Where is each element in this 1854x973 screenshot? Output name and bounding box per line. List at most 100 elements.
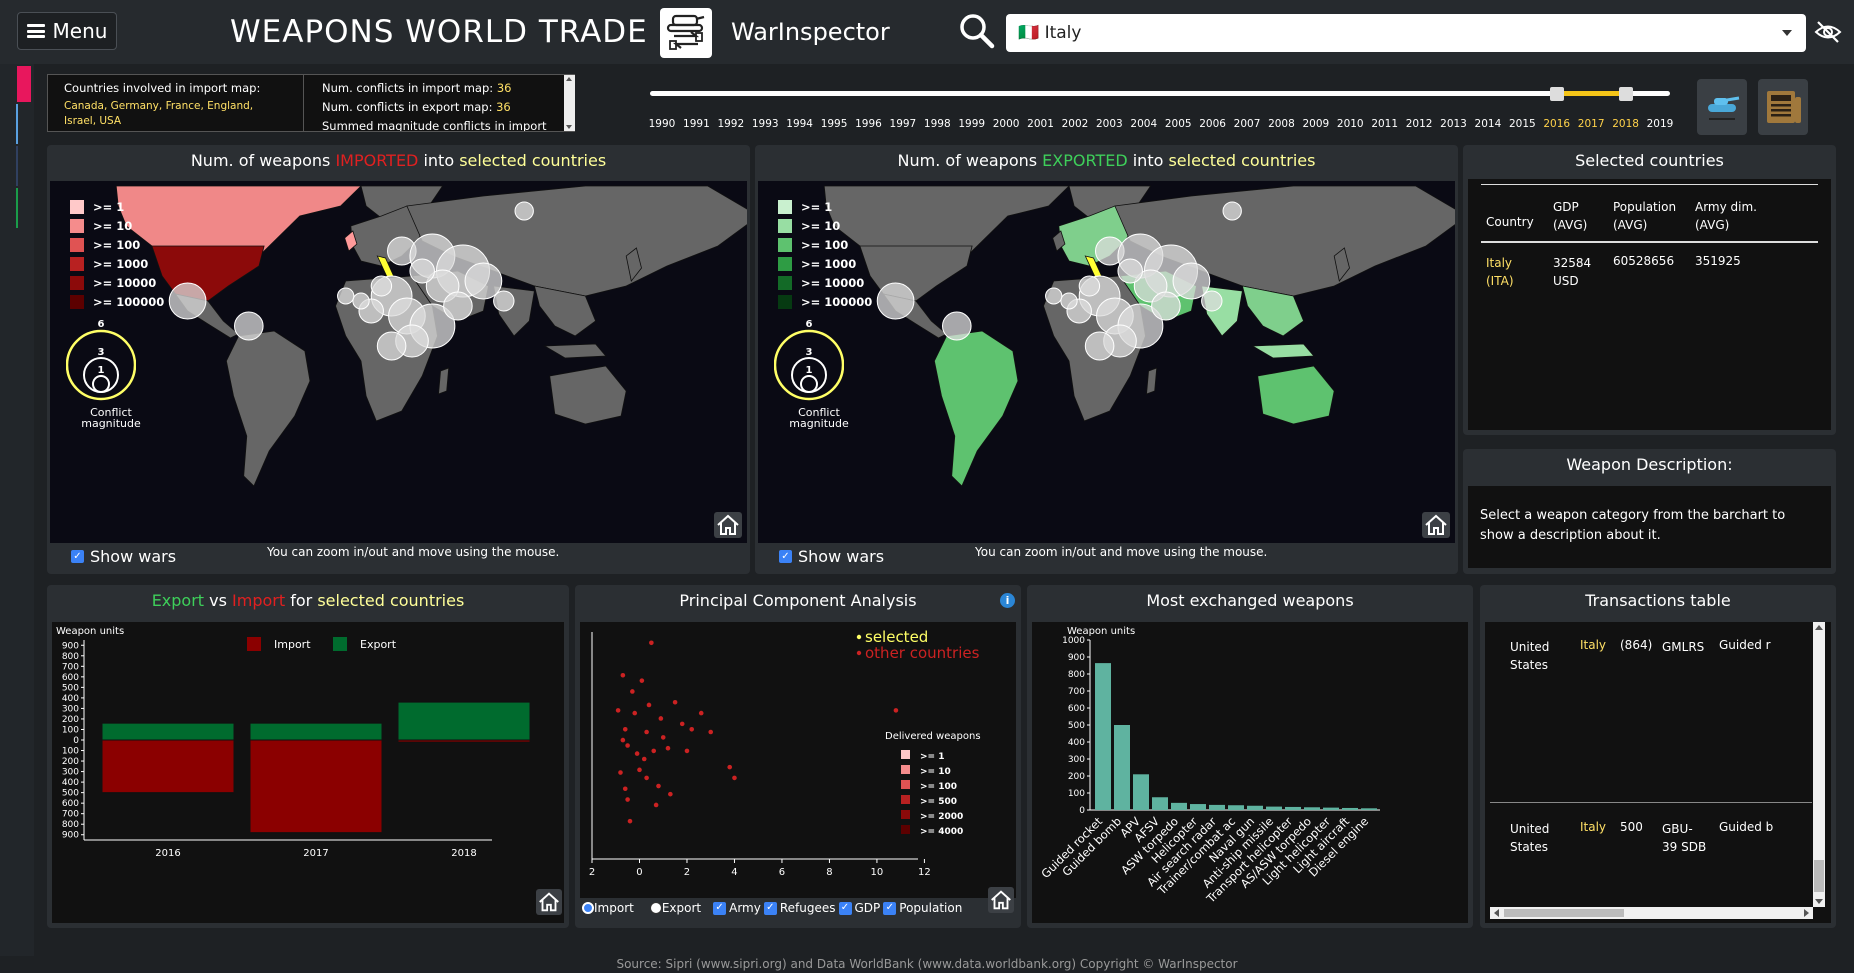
slider-handle-end[interactable] [1619, 87, 1633, 101]
legend-item: >= 100 [70, 235, 164, 254]
legend-export-label: Export [360, 638, 397, 651]
selected-countries-title: Selected countries [1575, 151, 1724, 170]
bar-import [101, 739, 235, 794]
legend-item: >= 1000 [778, 254, 872, 273]
sidebar-marker [16, 188, 18, 228]
news-button[interactable] [1758, 79, 1808, 135]
conflict-bubble [1084, 331, 1115, 361]
country-select[interactable]: 🇮🇹 Italy [1006, 14, 1806, 52]
most-exchanged-bar-chart[interactable]: Weapon units0100200300400500600700800900… [1032, 622, 1468, 923]
pca-scatter-chart[interactable]: 2 0 2 4 6 8 10 12selectedother countriesDeliver… [580, 622, 1016, 898]
checkbox-checked-icon[interactable]: ✓ [779, 550, 792, 563]
conflict-size-label: 1 [806, 365, 813, 376]
legend-swatch [778, 218, 792, 233]
menu-button[interactable]: Menu [17, 12, 117, 50]
map-home-button[interactable] [714, 512, 742, 538]
year-range-slider[interactable]: 1990 1991 1992 1993 1994 1995 1996 1997 1998 1999… [649, 80, 1673, 130]
title-import: Import [232, 591, 286, 610]
weapon-bar [1171, 802, 1187, 810]
show-wars-toggle[interactable]: ✓ Show wars [71, 547, 176, 566]
scatter-point [622, 726, 628, 732]
y-tick-label: 200 [62, 757, 79, 767]
chevron-down-icon [1782, 30, 1792, 36]
info-scrollbar[interactable] [564, 75, 575, 131]
weapon-bar [1133, 774, 1149, 810]
legend-label: >= 10 [801, 218, 841, 233]
legend-item: >= 1 [70, 197, 164, 216]
pca-chart-area: 2 0 2 4 6 8 10 12 selected other countries Deliver… [580, 622, 1016, 898]
checkbox-population-label: Population [899, 901, 963, 915]
transactions-panel: Transactions table United States Italy (… [1480, 585, 1836, 928]
country-madagascar [1146, 367, 1158, 395]
y-tick-label: 900 [1068, 653, 1085, 663]
vertical-scrollbar[interactable] [1813, 622, 1825, 907]
y-tick-label: 500 [62, 789, 79, 799]
scatter-point [634, 751, 640, 756]
y-tick-label: 100 [1068, 789, 1085, 799]
y-tick-label: 500 [62, 683, 79, 693]
zoom-note: You can zoom in/out and move using the m… [267, 545, 560, 559]
conflict-bubble [168, 282, 207, 320]
conflict-bubble [514, 201, 534, 221]
col-header-population: Population (AVG) [1613, 200, 1677, 232]
y-tick-label: 900 [62, 641, 79, 651]
legend-label: >= 100000 [93, 294, 165, 309]
title-selected: selected countries [1168, 151, 1316, 170]
legend-swatch [778, 275, 792, 290]
checkbox-population[interactable]: ✓ [883, 901, 897, 915]
show-wars-label: Show wars [798, 547, 885, 566]
export-map-title: Num. of weapons EXPORTED into selected c… [755, 145, 1458, 177]
y-tick-label: 100 [62, 747, 79, 757]
checkbox-army[interactable]: ✓ [713, 901, 727, 915]
eye-slash-icon[interactable] [1814, 20, 1842, 48]
legend-marker-selected [856, 634, 862, 640]
import-legend: >= 1 >= 10 >= 100 >= 1000 >= 10000 >= 100000 [70, 197, 164, 311]
delivered-level-label: >= 100 [920, 782, 957, 792]
y-tick-label: 600 [1068, 704, 1085, 714]
radio-export[interactable] [649, 902, 662, 914]
tx-from: United States [1510, 822, 1550, 854]
delivered-swatch [901, 810, 910, 819]
pca-title: Principal Component Analysis [679, 591, 917, 610]
footer: Source: Sipri (www.sipri.org) and Data W… [0, 956, 1854, 973]
scatter-point [649, 640, 654, 646]
delivered-swatch [901, 825, 910, 834]
show-wars-label: Show wars [90, 547, 177, 566]
y-tick-label: 800 [1068, 670, 1085, 680]
radio-import[interactable] [582, 902, 594, 914]
import-world-map[interactable]: >= 1 >= 10 >= 100 >= 1000 >= 10000 >= 100000 … [50, 181, 747, 543]
row-army: 351925 [1695, 254, 1741, 268]
delivered-swatch [901, 795, 910, 804]
weapon-bar [1342, 807, 1358, 810]
legend-label: >= 1 [93, 199, 125, 214]
newspaper-icon [1767, 91, 1801, 123]
warinspector-logo-icon [660, 8, 712, 58]
checkbox-gdp[interactable]: ✓ [838, 901, 852, 915]
delivered-level-label: >= 500 [920, 797, 957, 807]
search-icon[interactable] [958, 12, 996, 54]
scatter-point [893, 708, 899, 713]
y-tick-label: 600 [62, 799, 79, 809]
pca-home-button[interactable] [988, 887, 1014, 913]
slider-handle-start[interactable] [1550, 87, 1564, 101]
checkbox-checked-icon[interactable]: ✓ [71, 550, 84, 563]
show-wars-toggle[interactable]: ✓ Show wars [779, 547, 884, 566]
scatter-point [622, 786, 628, 792]
tank-button[interactable] [1697, 79, 1747, 135]
map-home-button[interactable] [1422, 512, 1450, 538]
hamburger-icon [26, 24, 45, 38]
bar-import [249, 739, 383, 834]
scatter-point [644, 729, 649, 735]
scatter-point [653, 802, 659, 808]
chart-home-button[interactable] [536, 889, 562, 915]
x-tick-label: 2017 [303, 848, 328, 859]
horizontal-scrollbar[interactable] [1490, 907, 1813, 919]
export-world-map[interactable]: >= 1 >= 10 >= 100 >= 1000 >= 10000 >= 100000 … [758, 181, 1455, 543]
legend-label: >= 1000 [801, 256, 857, 271]
x-tick-label: 2016 [155, 848, 180, 859]
info-icon[interactable]: i [1000, 593, 1015, 608]
y-tick-label: 400 [62, 778, 79, 788]
conflicts-import-label: Num. conflicts in import map: [322, 81, 494, 95]
checkbox-refugees[interactable]: ✓ [763, 901, 777, 915]
delivered-level-label: >= 10 [920, 767, 951, 777]
